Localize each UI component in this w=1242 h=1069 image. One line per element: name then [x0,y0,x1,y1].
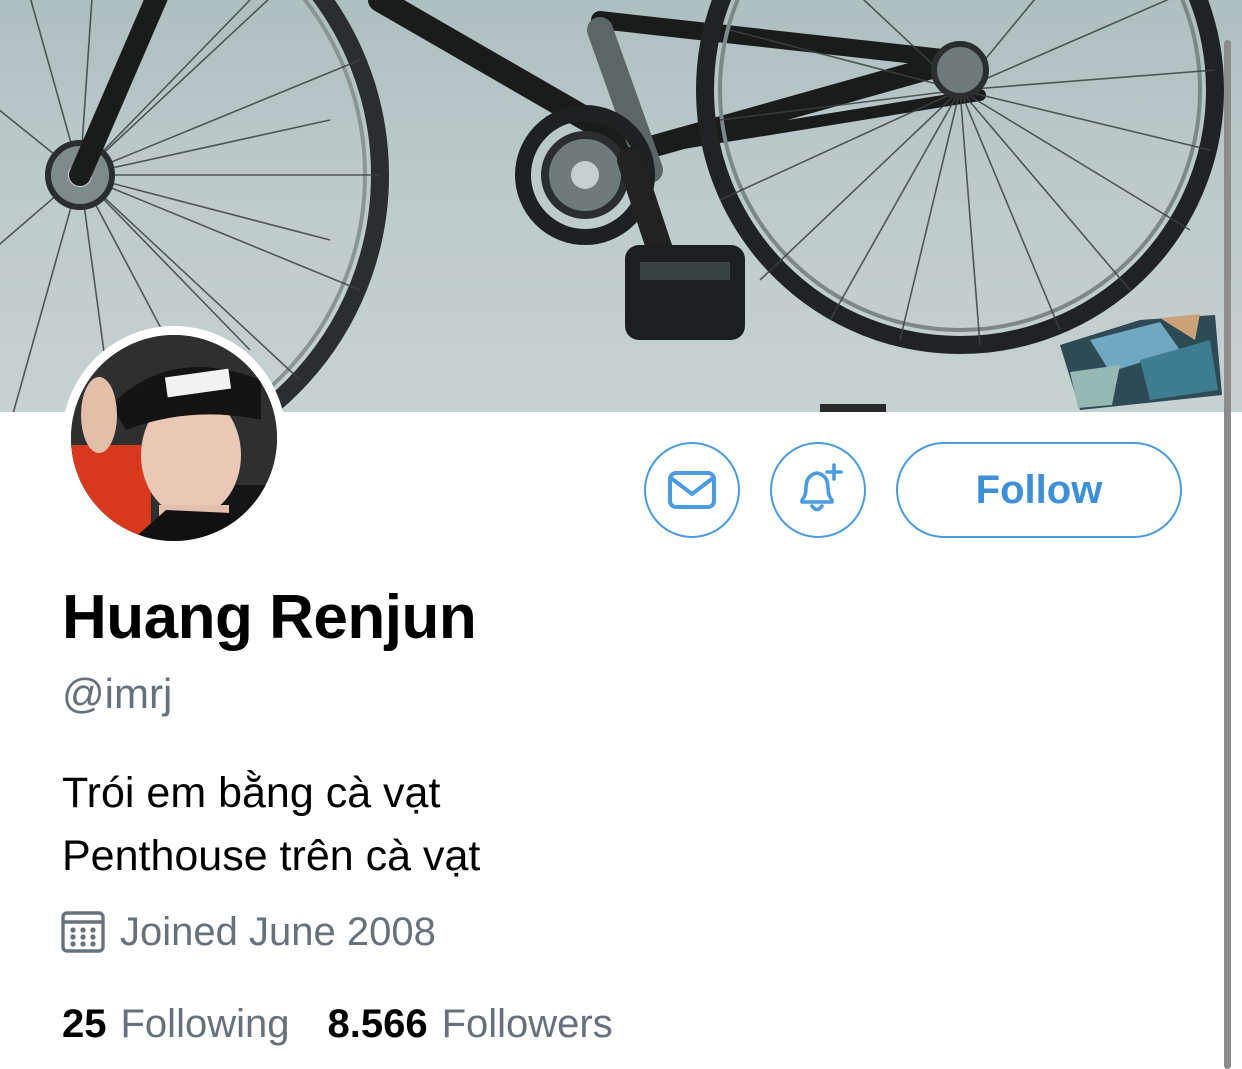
message-button[interactable] [644,442,740,538]
following-count[interactable]: 25 [62,1002,107,1047]
scrollbar[interactable] [1224,40,1231,1069]
calendar-icon [61,911,105,953]
followers-count[interactable]: 8.566 [327,1002,427,1047]
avatar-photo [71,335,277,541]
joined-date: Joined June 2008 [60,906,436,958]
follow-button[interactable]: Follow [896,442,1182,538]
profile-handle[interactable]: @imrj [62,670,172,718]
profile-page: Follow Huang Renjun @imrj Trói em bằng c… [0,0,1242,1069]
following-label[interactable]: Following [121,1002,290,1047]
notify-button[interactable] [770,442,866,538]
bio-line: Trói em bằng cà vạt [62,769,441,817]
profile-avatar[interactable] [62,326,286,550]
joined-text: Joined June 2008 [120,909,436,954]
bell-plus-icon [800,463,843,512]
profile-stats: 25 Following 8.566 Followers [62,996,613,1052]
profile-name: Huang Renjun [62,583,477,652]
envelope-icon [668,471,716,509]
profile-bio: Trói em bằng cà vạt Penthouse trên cà vạ… [62,762,480,888]
bio-line: Penthouse trên cà vạt [62,832,481,880]
followers-label[interactable]: Followers [442,1002,613,1047]
